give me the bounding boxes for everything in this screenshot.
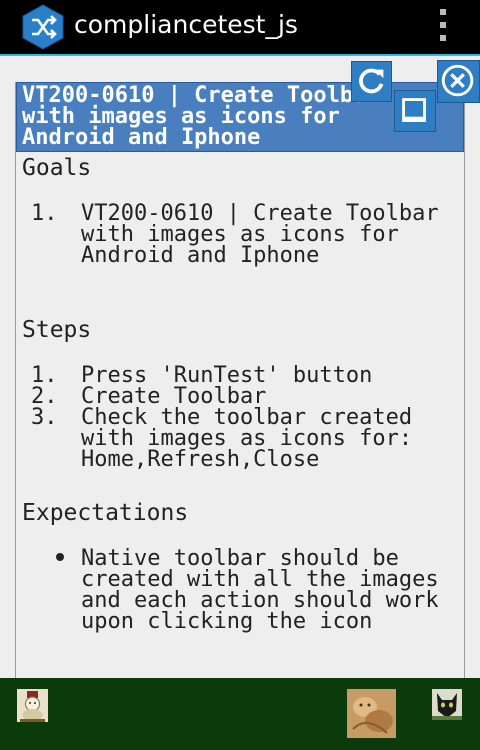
refresh-icon <box>359 68 384 94</box>
step-number: 3. <box>31 405 58 430</box>
native-toolbar <box>0 678 480 750</box>
toolbar-refresh-button[interactable] <box>347 689 396 738</box>
refresh-button[interactable] <box>351 61 392 102</box>
close-icon <box>441 64 474 97</box>
step-number: 2. <box>31 384 58 409</box>
goals-heading: Goals <box>22 155 92 181</box>
shuffle-icon[interactable] <box>20 4 66 50</box>
minimize-icon <box>402 98 426 122</box>
step-item: Check the toolbar created with images as… <box>81 405 426 472</box>
step-item: Press 'RunTest' button <box>81 363 373 388</box>
overflow-menu-icon[interactable] <box>436 9 450 41</box>
expectations-heading: Expectations <box>22 500 189 526</box>
step-number: 1. <box>31 363 58 388</box>
expectation-item: Native toolbar should be created with al… <box>81 546 452 634</box>
app-title: compliancetest_js <box>74 10 298 39</box>
action-bar: compliancetest_js <box>0 0 480 56</box>
test-title: VT200-0610 | Create Toolbar with images … <box>22 83 380 150</box>
bullet-icon <box>56 553 64 561</box>
step-item: Create Toolbar <box>81 384 267 409</box>
toolbar-close-button[interactable] <box>432 689 462 720</box>
goal-item: VT200-0610 | Create Toolbar with images … <box>81 201 452 268</box>
goal-number: 1. <box>31 201 58 226</box>
close-image-icon <box>432 689 462 720</box>
steps-heading: Steps <box>22 317 92 343</box>
refresh-image-icon <box>347 689 396 738</box>
minimize-button[interactable] <box>394 90 436 132</box>
toolbar-home-button[interactable] <box>17 689 48 722</box>
home-image-icon <box>17 689 48 722</box>
close-button[interactable] <box>437 60 480 103</box>
